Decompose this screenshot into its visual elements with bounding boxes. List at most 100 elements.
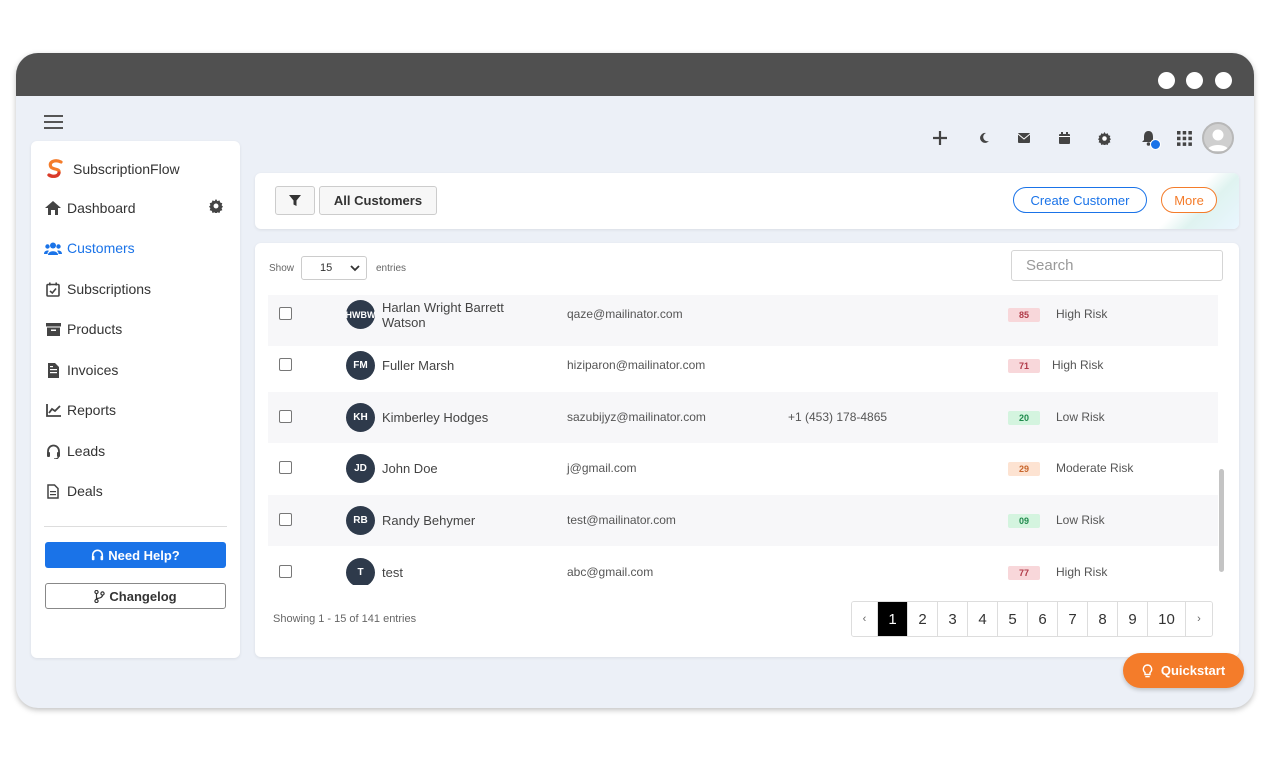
- sidebar-item-invoices[interactable]: Invoices: [44, 358, 229, 382]
- header-actions: [916, 121, 1236, 155]
- page-button-3[interactable]: 3: [938, 602, 968, 636]
- row-checkbox[interactable]: [279, 461, 292, 474]
- table-row[interactable]: JD John Doe j@gmail.com 29 Moderate Risk: [268, 443, 1218, 494]
- customer-name[interactable]: Randy Behymer: [382, 513, 532, 528]
- invoice-icon: [44, 361, 62, 379]
- risk-score-badge: 09: [1008, 514, 1040, 528]
- create-customer-button[interactable]: Create Customer: [1013, 187, 1147, 213]
- user-avatar[interactable]: [1202, 122, 1234, 154]
- calendar-check-icon: [44, 280, 62, 298]
- add-icon[interactable]: [929, 121, 951, 155]
- document-icon: [44, 482, 62, 500]
- customers-toolbar: All Customers Create Customer More: [255, 173, 1239, 229]
- git-branch-icon: [94, 589, 106, 603]
- calendar-icon[interactable]: [1053, 121, 1075, 155]
- table-row[interactable]: HWBW Harlan Wright Barrett Watson qaze@m…: [268, 295, 1218, 346]
- row-checkbox[interactable]: [279, 358, 292, 371]
- app-window: SubscriptionFlow Dashboard Customers Sub…: [16, 53, 1254, 708]
- risk-label: High Risk: [1056, 307, 1108, 321]
- page-button-2[interactable]: 2: [908, 602, 938, 636]
- sidebar-item-label: Leads: [67, 443, 106, 459]
- apps-grid-icon[interactable]: [1173, 121, 1195, 155]
- page-button-10[interactable]: 10: [1148, 602, 1186, 636]
- avatar: RB: [346, 506, 375, 535]
- window-titlebar: [16, 53, 1254, 96]
- more-button[interactable]: More: [1161, 187, 1217, 213]
- table-row[interactable]: KH Kimberley Hodges sazubijyz@mailinator…: [268, 392, 1218, 443]
- customer-email: hiziparon@mailinator.com: [567, 358, 706, 372]
- dashboard-settings-icon[interactable]: [209, 199, 225, 215]
- sidebar: SubscriptionFlow Dashboard Customers Sub…: [31, 141, 240, 658]
- filter-button[interactable]: [275, 186, 315, 215]
- risk-score-badge: 20: [1008, 411, 1040, 425]
- page-size-select[interactable]: 15: [301, 256, 367, 280]
- customers-table-panel: Show 15 entries HWBW Harlan Wright Barre…: [255, 243, 1239, 657]
- customer-email: qaze@mailinator.com: [567, 307, 683, 321]
- table-scrollbar[interactable]: [1219, 469, 1224, 572]
- avatar: FM: [346, 351, 375, 380]
- page-button-6[interactable]: 6: [1028, 602, 1058, 636]
- pagination-next-button[interactable]: ›: [1186, 602, 1212, 636]
- page-button-8[interactable]: 8: [1088, 602, 1118, 636]
- row-checkbox[interactable]: [279, 513, 292, 526]
- lightbulb-icon: [1142, 663, 1153, 677]
- customer-name[interactable]: John Doe: [382, 461, 532, 476]
- filter-icon: [289, 194, 301, 206]
- risk-score-badge: 77: [1008, 566, 1040, 580]
- menu-toggle-icon[interactable]: [44, 115, 63, 129]
- row-checkbox[interactable]: [279, 565, 292, 578]
- customer-name[interactable]: Fuller Marsh: [382, 358, 532, 373]
- dark-mode-moon-icon[interactable]: [973, 121, 995, 155]
- sidebar-item-subscriptions[interactable]: Subscriptions: [44, 277, 229, 301]
- sidebar-item-reports[interactable]: Reports: [44, 398, 229, 422]
- customer-email: sazubijyz@mailinator.com: [567, 410, 706, 424]
- users-icon: [44, 239, 62, 257]
- row-checkbox[interactable]: [279, 307, 292, 320]
- show-label: Show: [269, 263, 295, 274]
- avatar: HWBW: [346, 300, 376, 329]
- page-button-4[interactable]: 4: [968, 602, 998, 636]
- page-button-1[interactable]: 1: [878, 602, 908, 636]
- mail-icon[interactable]: [1013, 121, 1035, 155]
- headset-icon: [92, 549, 104, 560]
- customers-table: HWBW Harlan Wright Barrett Watson qaze@m…: [268, 295, 1218, 585]
- all-customers-button[interactable]: All Customers: [319, 186, 437, 215]
- sidebar-item-label: Subscriptions: [67, 281, 152, 297]
- customer-name[interactable]: Harlan Wright Barrett Watson: [382, 300, 532, 330]
- customer-email: test@mailinator.com: [567, 513, 676, 527]
- table-row[interactable]: T test abc@gmail.com 77 High Risk: [268, 547, 1218, 585]
- window-dot-2[interactable]: [1186, 72, 1203, 89]
- customer-name[interactable]: Kimberley Hodges: [382, 410, 532, 425]
- notifications-bell-icon[interactable]: [1137, 121, 1161, 155]
- window-dot-3[interactable]: [1215, 72, 1232, 89]
- pagination-prev-button[interactable]: ‹: [852, 602, 878, 636]
- window-dot-1[interactable]: [1158, 72, 1175, 89]
- search-input[interactable]: [1011, 250, 1223, 281]
- table-row[interactable]: RB Randy Behymer test@mailinator.com 09 …: [268, 495, 1218, 546]
- row-checkbox[interactable]: [279, 410, 292, 423]
- sidebar-item-label: Customers: [67, 240, 135, 256]
- sidebar-item-leads[interactable]: Leads: [44, 439, 229, 463]
- risk-score-badge: 71: [1008, 359, 1040, 373]
- risk-label: High Risk: [1056, 565, 1108, 579]
- sidebar-divider: [44, 526, 227, 527]
- entries-label: entries: [376, 263, 407, 274]
- brand-logo[interactable]: SubscriptionFlow: [45, 159, 180, 179]
- customer-name[interactable]: test: [382, 565, 532, 580]
- entries-summary: Showing 1 - 15 of 141 entries: [273, 613, 417, 625]
- page-button-7[interactable]: 7: [1058, 602, 1088, 636]
- risk-label: Moderate Risk: [1056, 461, 1134, 475]
- chart-line-icon: [44, 401, 62, 419]
- sidebar-item-products[interactable]: Products: [44, 317, 229, 341]
- sidebar-item-customers[interactable]: Customers: [44, 236, 229, 260]
- changelog-button[interactable]: Changelog: [45, 583, 226, 609]
- page-button-9[interactable]: 9: [1118, 602, 1148, 636]
- sidebar-item-deals[interactable]: Deals: [44, 479, 229, 503]
- sidebar-item-dashboard[interactable]: Dashboard: [44, 196, 229, 220]
- page-button-5[interactable]: 5: [998, 602, 1028, 636]
- quickstart-button[interactable]: Quickstart: [1123, 653, 1244, 688]
- need-help-button[interactable]: Need Help?: [45, 542, 226, 568]
- settings-gear-icon[interactable]: [1093, 121, 1115, 155]
- table-row[interactable]: FM Fuller Marsh hiziparon@mailinator.com…: [268, 340, 1218, 391]
- risk-label: Low Risk: [1056, 410, 1105, 424]
